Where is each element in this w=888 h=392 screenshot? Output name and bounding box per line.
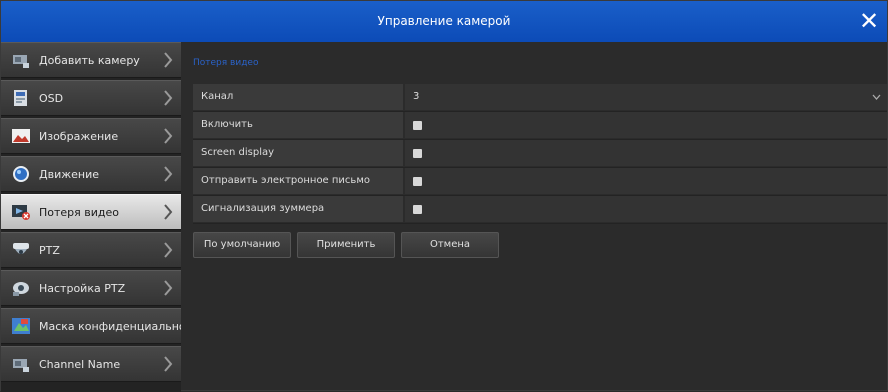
chevron-right-icon xyxy=(164,356,173,372)
sidebar-item-image[interactable]: Изображение xyxy=(1,118,181,154)
channel-name-icon xyxy=(13,359,29,372)
sidebar-item-label: Настройка PTZ xyxy=(39,282,126,295)
form-row-channel: Канал 3 xyxy=(193,84,887,112)
sidebar-item-channel-name[interactable]: Channel Name xyxy=(1,346,181,382)
row-label: Сигнализация зуммера xyxy=(193,196,404,222)
sidebar: Добавить камеру OSD Изображение Движение… xyxy=(1,42,181,392)
row-value xyxy=(405,140,887,166)
chevron-right-icon xyxy=(164,280,173,296)
chevron-down-icon xyxy=(872,94,881,100)
sidebar-item-label: OSD xyxy=(39,92,64,105)
row-label: Отправить электронное письмо xyxy=(193,168,404,194)
row-value xyxy=(405,112,887,138)
apply-button[interactable]: Применить xyxy=(297,232,395,258)
osd-icon xyxy=(14,90,27,106)
sidebar-item-label: Изображение xyxy=(39,130,119,143)
buzzer-checkbox[interactable] xyxy=(413,205,422,214)
form-row-enable: Включить xyxy=(193,112,887,140)
main-panel: Потеря видео Канал 3 Включить Screen dis… xyxy=(181,42,887,390)
sidebar-item-ptz[interactable]: PTZ xyxy=(1,232,181,268)
motion-icon xyxy=(13,166,29,182)
row-value xyxy=(405,168,887,194)
channel-select[interactable]: 3 xyxy=(405,84,887,110)
form-row-screen-display: Screen display xyxy=(193,140,887,168)
sidebar-item-label: Добавить камеру xyxy=(39,54,140,67)
image-icon xyxy=(12,129,30,143)
sidebar-item-add-camera[interactable]: Добавить камеру xyxy=(1,42,181,78)
video-loss-icon xyxy=(12,205,30,220)
chevron-right-icon xyxy=(164,204,173,220)
ptz-settings-icon xyxy=(13,282,29,296)
form-row-send-email: Отправить электронное письмо xyxy=(193,168,887,196)
close-icon[interactable]: ✕ xyxy=(857,9,881,33)
row-label: Screen display xyxy=(193,140,404,166)
ptz-icon xyxy=(13,243,29,254)
settings-table: Канал 3 Включить Screen display Отправит… xyxy=(193,84,887,224)
sidebar-item-label: PTZ xyxy=(39,244,60,257)
window-title: Управление камерой xyxy=(377,14,511,28)
enable-checkbox[interactable] xyxy=(413,121,422,130)
sidebar-item-label: Маска конфиденциальнос xyxy=(39,320,181,333)
add-camera-icon xyxy=(13,55,29,68)
sidebar-item-motion[interactable]: Движение xyxy=(1,156,181,192)
send-email-checkbox[interactable] xyxy=(413,177,422,186)
sidebar-item-osd[interactable]: OSD xyxy=(1,80,181,116)
row-label: Включить xyxy=(193,112,404,138)
privacy-mask-icon xyxy=(12,318,30,334)
default-button[interactable]: По умолчанию xyxy=(193,232,291,258)
chevron-right-icon xyxy=(164,242,173,258)
chevron-right-icon xyxy=(164,166,173,182)
sidebar-item-video-loss[interactable]: Потеря видео xyxy=(1,194,181,230)
cancel-button[interactable]: Отмена xyxy=(401,232,499,258)
sidebar-item-privacy-mask[interactable]: Маска конфиденциальнос xyxy=(1,308,181,344)
sidebar-item-label: Channel Name xyxy=(39,358,121,371)
chevron-right-icon xyxy=(164,90,173,106)
section-title: Потеря видео xyxy=(193,58,259,68)
sidebar-item-label: Движение xyxy=(39,168,100,181)
row-value xyxy=(405,196,887,222)
row-label: Канал xyxy=(193,84,404,110)
channel-select-value: 3 xyxy=(413,91,420,102)
title-bar: Управление камерой ✕ xyxy=(1,1,887,43)
form-row-buzzer: Сигнализация зуммера xyxy=(193,196,887,224)
chevron-right-icon xyxy=(164,128,173,144)
sidebar-item-label: Потеря видео xyxy=(39,206,120,219)
chevron-right-icon xyxy=(164,52,173,68)
sidebar-item-ptz-settings[interactable]: Настройка PTZ xyxy=(1,270,181,306)
camera-management-window: Управление камерой ✕ Добавить камеру OSD xyxy=(0,0,888,392)
screen-display-checkbox[interactable] xyxy=(413,149,422,158)
